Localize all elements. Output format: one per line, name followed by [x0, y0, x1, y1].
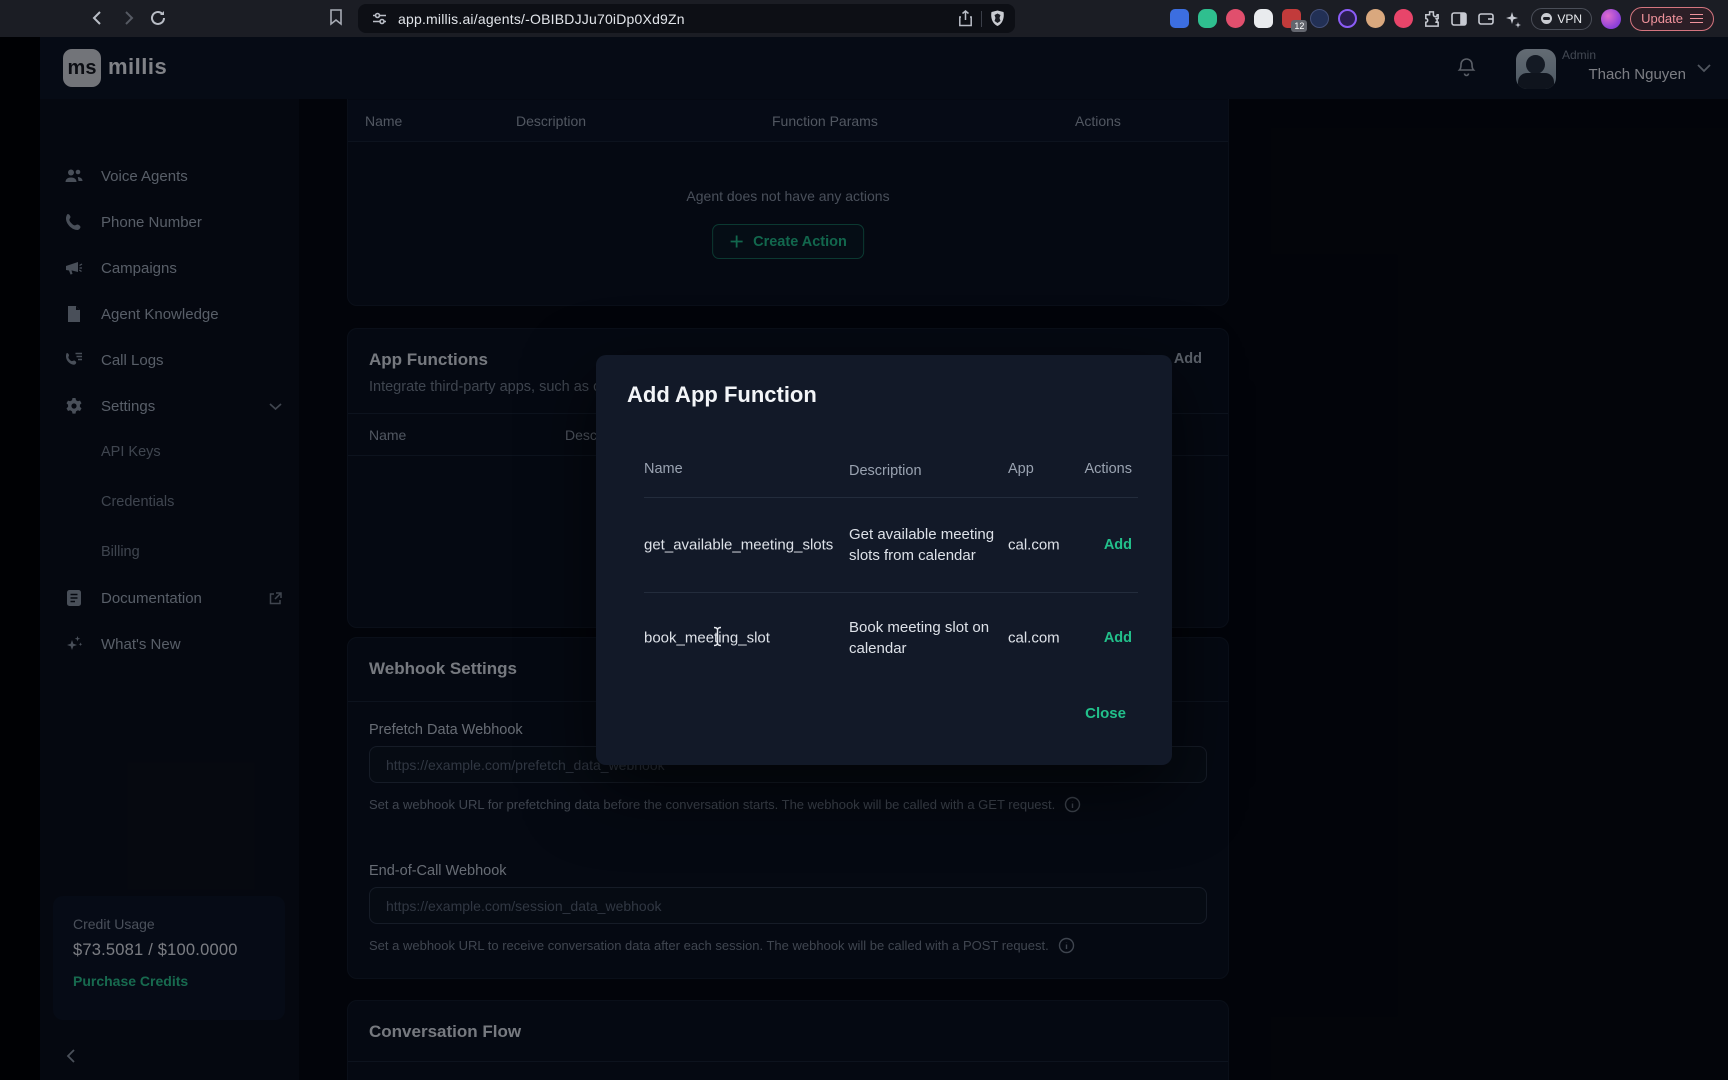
vpn-icon: [1541, 13, 1552, 24]
modal-table-header: Name Description App Actions: [644, 455, 1138, 498]
add-function-button[interactable]: Add: [1104, 537, 1132, 553]
modal-title: Add App Function: [627, 382, 817, 408]
modal-table: Name Description App Actions get_availab…: [644, 455, 1138, 683]
column-actions: Actions: [1084, 461, 1132, 477]
reload-icon[interactable]: [148, 8, 168, 28]
sidebar-toggle-icon[interactable]: [1450, 10, 1468, 28]
extension-avatar-icon[interactable]: [1366, 9, 1385, 28]
update-label: Update: [1641, 11, 1683, 26]
profile-avatar[interactable]: [1601, 9, 1621, 29]
leo-sparkle-icon[interactable]: [1504, 10, 1522, 28]
url-bar[interactable]: app.millis.ai/agents/-OBIBDJJu70iDp0Xd9Z…: [358, 4, 1015, 33]
extension-cloud-icon[interactable]: [1254, 9, 1273, 28]
function-name: book_meeting_slot: [644, 630, 770, 647]
forward-icon[interactable]: [118, 8, 138, 28]
share-icon[interactable]: [958, 10, 973, 27]
extensions-puzzle-icon[interactable]: [1422, 9, 1441, 28]
vpn-label: VPN: [1557, 12, 1582, 26]
vpn-button[interactable]: VPN: [1531, 8, 1592, 30]
close-button[interactable]: Close: [1085, 705, 1126, 722]
text-cursor: [711, 626, 724, 647]
extension-blocker-icon[interactable]: [1310, 9, 1329, 28]
column-description: Description: [849, 461, 999, 482]
function-description: Get available meeting slots from calenda…: [849, 524, 999, 566]
add-function-button[interactable]: Add: [1104, 630, 1132, 646]
function-name: get_available_meeting_slots: [644, 537, 833, 554]
function-description: Book meeting slot on calendar: [849, 617, 999, 659]
url-text[interactable]: app.millis.ai/agents/-OBIBDJJu70iDp0Xd9Z…: [398, 11, 685, 27]
extension-shield-icon[interactable]: [1170, 9, 1189, 28]
menu-icon: [1690, 14, 1703, 24]
site-settings-icon[interactable]: [371, 10, 388, 27]
extension-pink-icon[interactable]: [1394, 9, 1413, 28]
extension-purple-icon[interactable]: [1338, 9, 1357, 28]
add-app-function-modal: Add App Function Name Description App Ac…: [596, 355, 1172, 765]
back-icon[interactable]: [88, 8, 108, 28]
divider: [981, 11, 982, 27]
extension-red-t-icon[interactable]: [1226, 9, 1245, 28]
extension-badge: 12: [1291, 20, 1307, 32]
update-button[interactable]: Update: [1630, 7, 1714, 31]
extension-1password-icon[interactable]: 12: [1282, 9, 1301, 28]
brave-shield-icon[interactable]: [990, 10, 1005, 27]
extension-green-icon[interactable]: [1198, 9, 1217, 28]
browser-toolbar: app.millis.ai/agents/-OBIBDJJu70iDp0Xd9Z…: [0, 0, 1728, 37]
function-app: cal.com: [1008, 630, 1060, 647]
column-name: Name: [644, 461, 683, 477]
function-app: cal.com: [1008, 537, 1060, 554]
bookmark-icon[interactable]: [328, 8, 344, 26]
wallet-icon[interactable]: [1477, 10, 1495, 28]
table-row: get_available_meeting_slots Get availabl…: [644, 498, 1138, 593]
column-app: App: [1008, 461, 1034, 477]
extension-row: 12 VPN Update: [1170, 0, 1714, 37]
